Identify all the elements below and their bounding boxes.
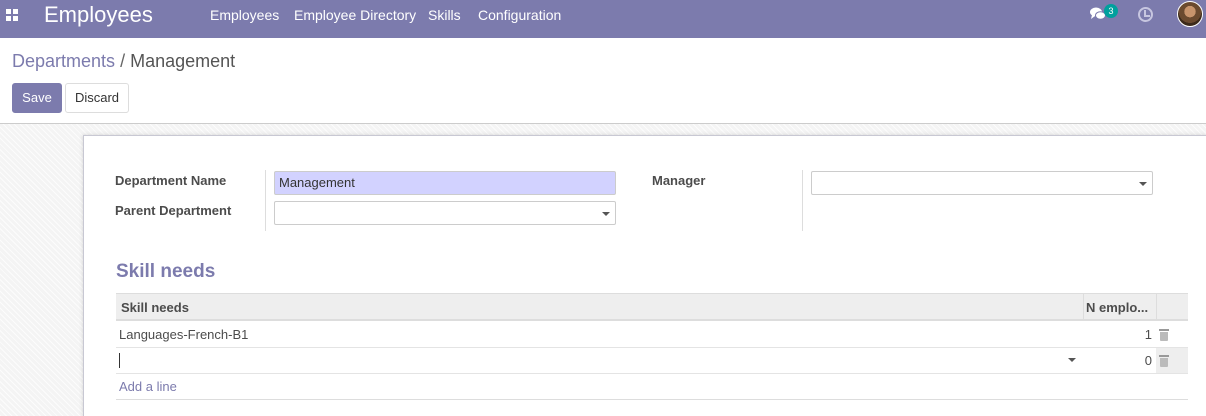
skill-needs-title: Skill needs — [116, 261, 216, 282]
manager-select[interactable] — [811, 171, 1153, 195]
department-name-field[interactable]: Management — [274, 171, 616, 195]
department-name-label: Department Name — [115, 173, 227, 188]
menu-employee-directory[interactable]: Employee Directory — [294, 7, 416, 23]
apps-menu-icon[interactable] — [6, 9, 20, 23]
breadcrumb-separator: / — [120, 51, 126, 71]
skills-table-header: Skill needs N emplo... — [116, 293, 1188, 321]
table-row[interactable]: Languages-French-B1 1 — [116, 322, 1188, 348]
chat-badge: 3 — [1104, 4, 1118, 18]
breadcrumb: Departments / Management — [12, 51, 235, 71]
parent-department-select[interactable] — [274, 201, 616, 225]
count-input[interactable]: 0 — [1116, 353, 1152, 369]
menu-skills[interactable]: Skills — [428, 7, 461, 23]
discard-button[interactable]: Discard — [65, 83, 129, 113]
skill-select-input[interactable] — [116, 348, 1081, 373]
menu-configuration[interactable]: Configuration — [478, 7, 561, 23]
label-separator-right — [802, 170, 803, 231]
column-divider — [1156, 294, 1157, 320]
column-divider — [1083, 294, 1084, 320]
top-navbar: Employees Employees Employee Directory S… — [0, 0, 1206, 38]
save-button[interactable]: Save — [12, 83, 62, 113]
breadcrumb-current: Management — [130, 51, 236, 71]
table-bottom-border — [116, 399, 1188, 400]
count-cell[interactable]: 1 — [1116, 327, 1152, 343]
chevron-down-icon — [602, 212, 610, 216]
breadcrumb-departments[interactable]: Departments — [12, 51, 115, 71]
trash-icon[interactable] — [1159, 355, 1169, 367]
manager-label: Manager — [652, 173, 706, 188]
parent-department-label: Parent Department — [115, 203, 232, 218]
column-skill-needs[interactable]: Skill needs — [121, 300, 189, 316]
app-title[interactable]: Employees — [44, 3, 153, 27]
trash-icon[interactable] — [1159, 329, 1169, 341]
label-separator-left — [265, 170, 266, 231]
table-row-editing[interactable]: 0 — [116, 348, 1188, 374]
user-avatar[interactable] — [1177, 1, 1203, 27]
skill-cell[interactable]: Languages-French-B1 — [119, 327, 248, 343]
chevron-down-icon — [1139, 182, 1147, 186]
activity-clock-icon[interactable] — [1138, 7, 1153, 22]
column-n-employees[interactable]: N emplo... — [1086, 300, 1148, 316]
chevron-down-icon — [1068, 358, 1076, 362]
add-line-link[interactable]: Add a line — [119, 379, 177, 395]
menu-employees[interactable]: Employees — [210, 7, 279, 23]
text-cursor — [119, 353, 120, 368]
